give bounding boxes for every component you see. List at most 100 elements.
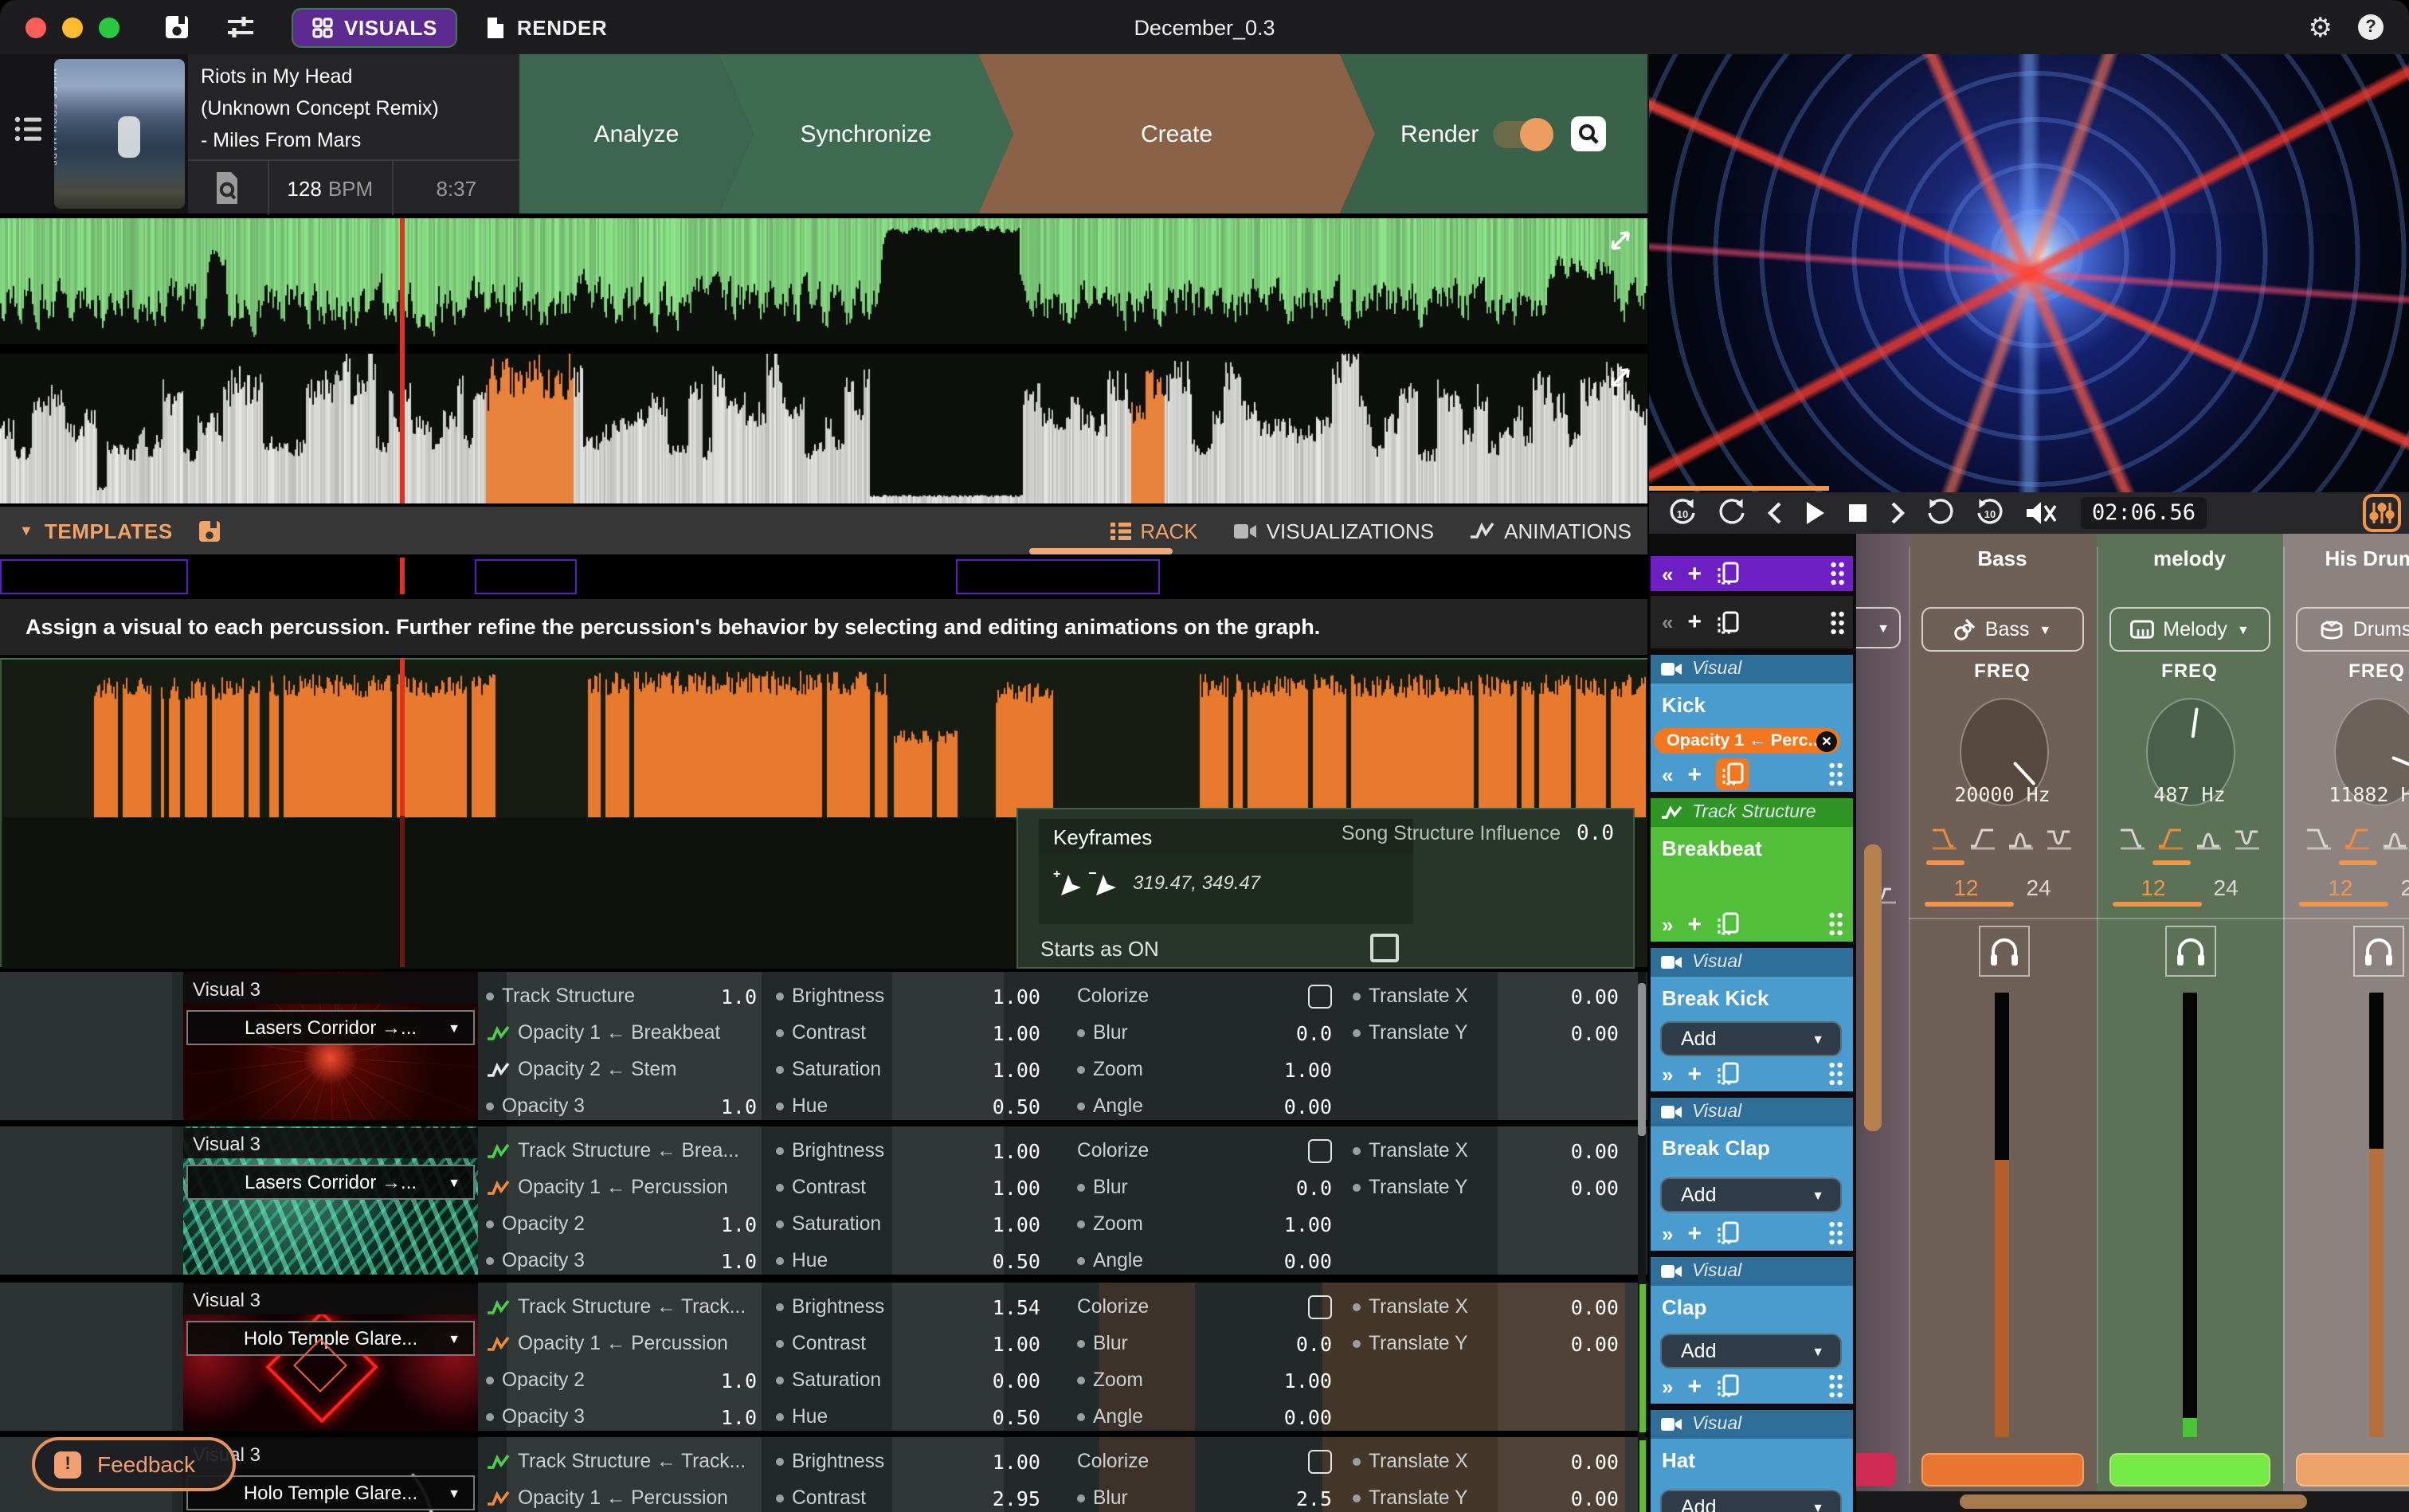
gear-icon[interactable]: ⚙ [2309, 13, 2333, 45]
templates-caret-icon[interactable]: ▼ [19, 523, 33, 539]
skip-forward-10-icon[interactable]: 10 [1974, 497, 2006, 529]
param-blur[interactable]: Blur2.5 [1077, 1483, 1332, 1512]
param-brightness[interactable]: Brightness1.00 [776, 1136, 1040, 1165]
step-analyze[interactable]: Analyze [519, 54, 754, 213]
param-value[interactable]: 0.00 [1284, 1404, 1332, 1428]
queue-menu-icon[interactable] [13, 115, 45, 143]
rack-scrollbar-handle[interactable] [1638, 983, 1646, 1136]
param-value[interactable]: 0.00 [993, 1368, 1040, 1392]
freq-value[interactable]: 11882 Hz [2283, 782, 2409, 806]
param-value[interactable]: 0.00 [1571, 1295, 1619, 1318]
maximize-window-button[interactable] [99, 17, 119, 37]
param-translate-y[interactable]: Translate Y0.00 [1353, 1329, 1619, 1357]
param-colorize[interactable]: Colorize [1077, 1292, 1332, 1321]
param-translate-x[interactable]: Translate X0.00 [1353, 981, 1619, 1010]
collapse-waveform-icon[interactable] [1606, 226, 1635, 255]
video-preview[interactable] [1649, 54, 2409, 492]
play-icon[interactable] [1802, 499, 1827, 527]
instrument-dropdown[interactable]: Bass▼ [1921, 607, 2083, 652]
slope-option-24[interactable]: 24 [2214, 875, 2239, 900]
param-blur[interactable]: Blur0.0 [1077, 1018, 1332, 1047]
drag-handle-icon[interactable] [1829, 609, 1845, 635]
param-brightness[interactable]: Brightness1.54 [776, 1292, 1040, 1321]
rack-scrollbar[interactable] [1638, 972, 1646, 1512]
instrument-dropdown[interactable]: Melody▼ [2109, 607, 2270, 652]
param-value[interactable]: 0.00 [1571, 1020, 1619, 1044]
drag-handle-icon[interactable] [1827, 1373, 1843, 1399]
feedback-button[interactable]: ! Feedback [32, 1437, 236, 1491]
param-opacity-1-percussion[interactable]: Opacity 1 ← Percussion [486, 1329, 757, 1357]
duplicate-icon[interactable] [1716, 758, 1749, 790]
param-value[interactable]: 1.00 [1284, 1057, 1332, 1081]
visual-thumbnail[interactable]: Visual 3Lasers Corridor →...▼ [183, 1126, 478, 1275]
add-icon[interactable]: + [1687, 1373, 1702, 1400]
slope-option-24[interactable]: 24 [2027, 875, 2051, 900]
remove-mapping-icon[interactable]: ✕ [1816, 731, 1837, 751]
visual-row[interactable]: Visual 3Lasers Corridor →...▼Track Struc… [0, 1126, 1647, 1275]
previous-icon[interactable] [1765, 499, 1784, 527]
duplicate-icon[interactable] [1716, 1220, 1740, 1246]
param-value[interactable]: 0.0 [1296, 1175, 1332, 1199]
param-value[interactable]: 0.50 [993, 1248, 1040, 1272]
save-icon[interactable] [164, 14, 190, 40]
param-translate-x[interactable]: Translate X0.00 [1353, 1447, 1619, 1475]
add-visual-dropdown[interactable]: Add▼ [1660, 1177, 1842, 1212]
analysis-search-icon[interactable] [188, 161, 268, 215]
starts-as-on-checkbox[interactable] [1370, 934, 1399, 962]
visual-thumbnail[interactable]: Visual 3Holo Temple Glare...▼ [183, 1283, 478, 1431]
param-value[interactable]: 1.00 [993, 984, 1040, 1008]
minimize-window-button[interactable] [62, 17, 83, 37]
add-icon[interactable]: + [1687, 761, 1702, 788]
keyframe-graph-zone[interactable] [3, 817, 1016, 969]
add-visual-dropdown[interactable]: Add▼ [1660, 1021, 1842, 1056]
param-translate-y[interactable]: Translate Y0.00 [1353, 1173, 1619, 1201]
param-zoom[interactable]: Zoom1.00 [1077, 1209, 1332, 1238]
freq-value[interactable]: 487 Hz [2096, 782, 2283, 806]
solo-headphones-button[interactable] [2353, 926, 2404, 977]
solo-headphones-button[interactable] [1979, 926, 2030, 977]
param-colorize[interactable]: Colorize [1077, 1447, 1332, 1475]
close-window-button[interactable] [25, 17, 46, 37]
filter-type-lowpass-icon[interactable] [2117, 824, 2148, 851]
duplicate-icon[interactable] [1716, 1061, 1740, 1087]
tab-visuals[interactable]: VISUALS [292, 7, 458, 47]
visual-preset-dropdown[interactable]: Lasers Corridor →...▼ [186, 1010, 475, 1045]
param-opacity-3[interactable]: Opacity 31.0 [486, 1402, 757, 1431]
param-value[interactable]: 0.50 [993, 1094, 1040, 1118]
param-hue[interactable]: Hue0.50 [776, 1091, 1040, 1120]
param-value[interactable]: 0.00 [1571, 1486, 1619, 1510]
visual-row[interactable]: Visual 3Lasers Corridor →...▼Track Struc… [0, 972, 1647, 1120]
track-structure-collapsed-bar[interactable]: «+ [1651, 556, 1853, 591]
param-hue[interactable]: Hue0.50 [776, 1402, 1040, 1431]
param-opacity-1-percussion[interactable]: Opacity 1 ← Percussion [486, 1173, 757, 1201]
colorize-checkbox[interactable] [1308, 1138, 1332, 1162]
param-value[interactable]: 2.5 [1296, 1486, 1332, 1510]
partial-channel-bar[interactable] [1856, 1453, 1896, 1487]
skip-back-10-icon[interactable]: 10 [1667, 497, 1698, 529]
drag-handle-icon[interactable] [1827, 1061, 1843, 1087]
tab-rack[interactable]: RACK [1110, 519, 1197, 543]
param-value[interactable]: 1.00 [993, 1057, 1040, 1081]
drag-handle-icon[interactable] [1827, 911, 1843, 937]
param-value[interactable]: 0.00 [1571, 1138, 1619, 1162]
param-angle[interactable]: Angle0.00 [1077, 1091, 1332, 1120]
redo-icon[interactable] [1925, 497, 1957, 529]
param-value[interactable]: 1.0 [721, 1212, 757, 1236]
param-track-structure[interactable]: Track Structure1.0 [486, 981, 757, 1010]
param-opacity-1-breakbeat[interactable]: Opacity 1 ← Breakbeat [486, 1018, 757, 1047]
param-value[interactable]: 0.50 [993, 1404, 1040, 1428]
param-value[interactable]: 1.0 [721, 1368, 757, 1392]
param-zoom[interactable]: Zoom1.00 [1077, 1055, 1332, 1083]
param-value[interactable]: 0.00 [1284, 1248, 1332, 1272]
param-zoom[interactable]: Zoom1.00 [1077, 1365, 1332, 1394]
param-translate-y[interactable]: Translate Y0.00 [1353, 1018, 1619, 1047]
help-icon[interactable]: ? [2358, 14, 2384, 40]
slope-option-12[interactable]: 12 [1953, 875, 1978, 900]
visual-preset-dropdown[interactable]: Lasers Corridor →...▼ [186, 1165, 475, 1200]
settings-sliders-icon[interactable] [225, 14, 257, 40]
param-value[interactable]: 1.00 [1284, 1368, 1332, 1392]
param-opacity-1-percussion[interactable]: Opacity 1 ← Percussion [486, 1483, 757, 1512]
mixer-toggle-button[interactable] [2363, 494, 2401, 532]
param-value[interactable]: 1.00 [993, 1331, 1040, 1355]
param-saturation[interactable]: Saturation0.00 [776, 1365, 1040, 1394]
